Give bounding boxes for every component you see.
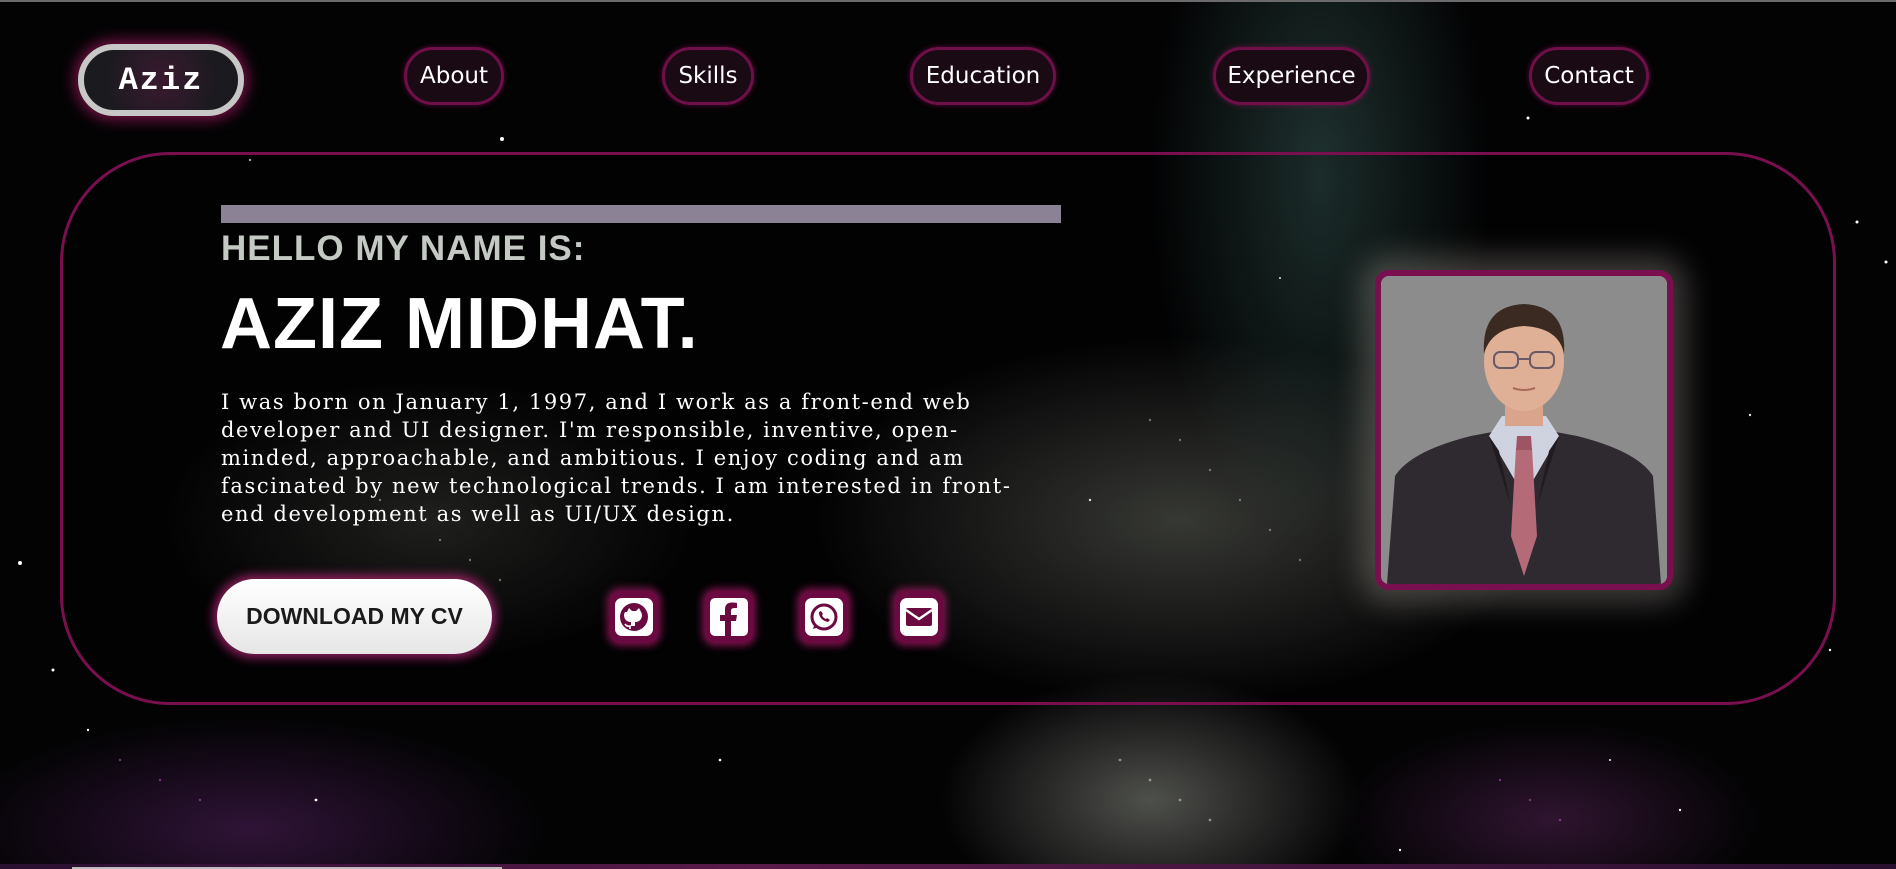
github-link[interactable] bbox=[610, 591, 658, 643]
github-icon bbox=[615, 598, 653, 636]
email-link[interactable] bbox=[895, 591, 943, 643]
email-icon bbox=[900, 598, 938, 636]
name-title: AZIZ MIDHAT. bbox=[220, 284, 699, 364]
download-cv-button[interactable]: DOWNLOAD MY CV bbox=[217, 579, 492, 654]
facebook-link[interactable] bbox=[705, 591, 753, 643]
top-border bbox=[0, 0, 1896, 2]
logo-button[interactable]: Aziz bbox=[78, 44, 244, 116]
whatsapp-link[interactable] bbox=[800, 591, 848, 643]
portrait-image bbox=[1381, 276, 1667, 584]
bottom-border bbox=[0, 864, 1896, 869]
nav-item-education[interactable]: Education bbox=[910, 47, 1056, 105]
nav-item-about[interactable]: About bbox=[404, 47, 504, 105]
portfolio-page: Aziz About Skills Education Experience C… bbox=[0, 0, 1896, 869]
hero-accent-bar bbox=[221, 205, 1061, 223]
whatsapp-icon bbox=[805, 598, 843, 636]
nav-item-experience[interactable]: Experience bbox=[1213, 47, 1370, 105]
bio-text: I was born on January 1, 1997, and I wor… bbox=[221, 390, 1012, 526]
profile-photo bbox=[1375, 270, 1673, 590]
greeting-heading: HELLO MY NAME IS: bbox=[221, 229, 586, 268]
facebook-icon bbox=[710, 598, 748, 636]
nav-item-contact[interactable]: Contact bbox=[1529, 47, 1649, 105]
nav-item-skills[interactable]: Skills bbox=[662, 47, 754, 105]
